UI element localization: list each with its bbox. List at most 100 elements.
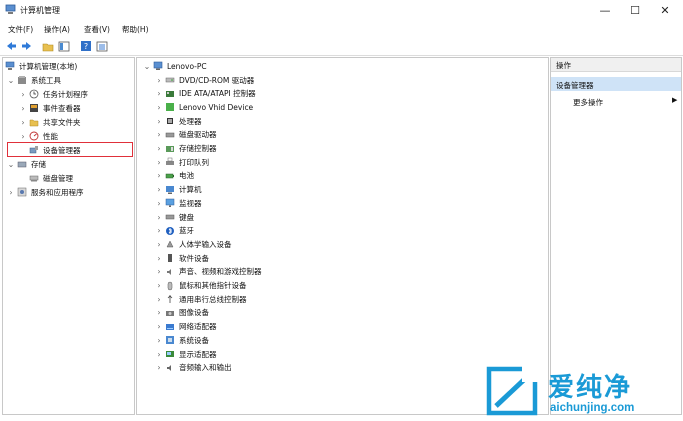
device-category-label: IDE ATA/ATAPI 控制器	[179, 89, 256, 99]
device-category-item[interactable]: › 鼠标和其他指针设备	[155, 280, 247, 292]
device-category-label: 音频输入和输出	[179, 363, 232, 373]
device-category-label: 鼠标和其他指针设备	[179, 281, 247, 290]
tree-task-scheduler[interactable]: › 任务计划程序	[19, 88, 88, 100]
tree-services-apps[interactable]: › 服务和应用程序	[7, 186, 83, 198]
device-category-item[interactable]: › 存储控制器	[155, 143, 216, 155]
chevron-right-icon[interactable]: ›	[19, 90, 27, 99]
tree-storage[interactable]: ⌄ 存储	[7, 158, 46, 170]
chevron-right-icon[interactable]: ›	[155, 363, 163, 372]
device-category-item[interactable]: › Lenovo Vhid Device	[155, 101, 253, 113]
chevron-right-icon[interactable]: ›	[155, 226, 163, 235]
menu-action[interactable]: 操作(A)	[44, 24, 70, 35]
chevron-right-icon[interactable]: ›	[155, 213, 163, 222]
chevron-right-icon[interactable]: ›	[155, 130, 163, 139]
chevron-right-icon[interactable]: ›	[155, 240, 163, 249]
menu-help[interactable]: 帮助(H)	[122, 24, 149, 35]
device-category-item[interactable]: › DVD/CD-ROM 驱动器	[155, 74, 254, 86]
chevron-right-icon[interactable]: ›	[155, 158, 163, 167]
chevron-right-icon[interactable]: ›	[155, 89, 163, 98]
device-category-item[interactable]: › 图像设备	[155, 307, 209, 319]
help-icon[interactable]: ?	[80, 40, 92, 52]
device-category-item[interactable]: › 处理器	[155, 115, 201, 127]
maximize-button[interactable]: ☐	[623, 2, 647, 18]
device-category-item[interactable]: › IDE ATA/ATAPI 控制器	[155, 88, 256, 100]
device-category-label: 软件设备	[179, 253, 209, 263]
chevron-right-icon[interactable]: ›	[155, 322, 163, 331]
software-device-icon	[165, 253, 175, 263]
device-category-item[interactable]: › 蓝牙	[155, 225, 194, 237]
chevron-down-icon[interactable]: ⌄	[7, 76, 15, 85]
device-category-label: 声音、视频和游戏控制器	[179, 267, 262, 277]
device-category-label: 网络适配器	[179, 322, 217, 332]
chevron-right-icon[interactable]: ›	[155, 336, 163, 345]
svg-text:?: ?	[84, 42, 88, 51]
properties-icon[interactable]	[96, 40, 108, 52]
camera-icon	[165, 308, 175, 318]
chevron-right-icon[interactable]: ›	[155, 267, 163, 276]
tree-shared-folders[interactable]: › 共享文件夹	[19, 116, 81, 128]
device-category-item[interactable]: › 计算机	[155, 184, 201, 196]
tree-event-viewer[interactable]: › 事件查看器	[19, 102, 80, 114]
watermark: 爱纯净 aichunjing.com	[484, 366, 679, 418]
close-button[interactable]: ✕	[653, 2, 677, 18]
device-category-item[interactable]: › 软件设备	[155, 252, 209, 264]
chevron-right-icon[interactable]: ›	[155, 281, 163, 290]
chevron-down-icon[interactable]: ⌄	[143, 62, 151, 71]
tree-system-tools[interactable]: ⌄ 系统工具	[7, 74, 61, 86]
tree-shared-folders-label: 共享文件夹	[43, 117, 81, 127]
minimize-button[interactable]: —	[593, 2, 617, 18]
device-category-item[interactable]: › 键盘	[155, 211, 194, 223]
device-category-item[interactable]: › 音频输入和输出	[155, 362, 232, 374]
chevron-right-icon[interactable]: ›	[155, 295, 163, 304]
device-category-item[interactable]: › 监视器	[155, 197, 201, 209]
actions-pane: 操作 设备管理器 更多操作 ▶	[550, 57, 682, 415]
chevron-right-icon[interactable]: ›	[19, 132, 27, 141]
device-category-item[interactable]: › 打印队列	[155, 156, 209, 168]
tree-root-label: 计算机管理(本地)	[19, 61, 78, 71]
chevron-right-icon[interactable]: ›	[19, 118, 27, 127]
back-arrow-icon[interactable]	[5, 40, 17, 52]
monitor-icon	[165, 198, 175, 208]
forward-arrow-icon[interactable]	[20, 40, 32, 52]
chevron-right-icon[interactable]: ›	[155, 308, 163, 317]
event-viewer-icon	[29, 103, 39, 113]
device-tree-root[interactable]: ⌄ Lenovo-PC	[143, 60, 207, 72]
disc-drive-icon	[165, 75, 175, 85]
display-adapter-icon	[165, 349, 175, 359]
tree-root[interactable]: 计算机管理(本地)	[5, 60, 77, 72]
more-actions-item[interactable]: 更多操作	[573, 96, 603, 108]
chevron-right-icon[interactable]: ›	[155, 199, 163, 208]
chevron-right-icon[interactable]: ›	[155, 144, 163, 153]
device-category-item[interactable]: › 磁盘驱动器	[155, 129, 216, 141]
highlight-annotation	[7, 142, 133, 157]
disk-management-icon	[29, 173, 39, 183]
chevron-right-icon[interactable]: ›	[19, 104, 27, 113]
device-category-item[interactable]: › 通用串行总线控制器	[155, 293, 246, 305]
device-category-item[interactable]: › 显示适配器	[155, 348, 216, 360]
show-tree-icon[interactable]	[58, 40, 70, 52]
device-category-item[interactable]: › 系统设备	[155, 334, 209, 346]
chevron-right-icon[interactable]: ›	[155, 185, 163, 194]
window-title: 计算机管理	[20, 6, 60, 15]
device-category-label: 系统设备	[179, 335, 209, 345]
chevron-right-icon[interactable]: ›	[155, 103, 163, 112]
tree-performance[interactable]: › 性能	[19, 130, 58, 142]
device-category-item[interactable]: › 网络适配器	[155, 321, 217, 333]
chevron-right-icon[interactable]: ›	[155, 254, 163, 263]
device-tree-pane: ⌄ Lenovo-PC › DVD/CD-ROM 驱动器 › IDE ATA/ATAP…	[136, 57, 549, 415]
device-category-item[interactable]: › 声音、视频和游戏控制器	[155, 266, 262, 278]
tree-disk-management[interactable]: 磁盘管理	[29, 172, 73, 184]
chevron-right-icon[interactable]: ›	[155, 171, 163, 180]
menu-file[interactable]: 文件(F)	[8, 24, 33, 35]
chevron-right-icon[interactable]: ›	[7, 188, 15, 197]
menu-view[interactable]: 查看(V)	[84, 24, 110, 35]
lenovo-device-icon	[165, 102, 175, 112]
device-category-item[interactable]: › 人体学输入设备	[155, 238, 231, 250]
chevron-right-icon[interactable]: ›	[155, 117, 163, 126]
chevron-right-icon[interactable]: ›	[155, 350, 163, 359]
up-folder-icon[interactable]	[42, 40, 54, 52]
device-category-item[interactable]: › 电池	[155, 170, 194, 182]
chevron-down-icon[interactable]: ⌄	[7, 160, 15, 169]
actions-selected-item[interactable]: 设备管理器	[551, 77, 681, 91]
chevron-right-icon[interactable]: ›	[155, 76, 163, 85]
